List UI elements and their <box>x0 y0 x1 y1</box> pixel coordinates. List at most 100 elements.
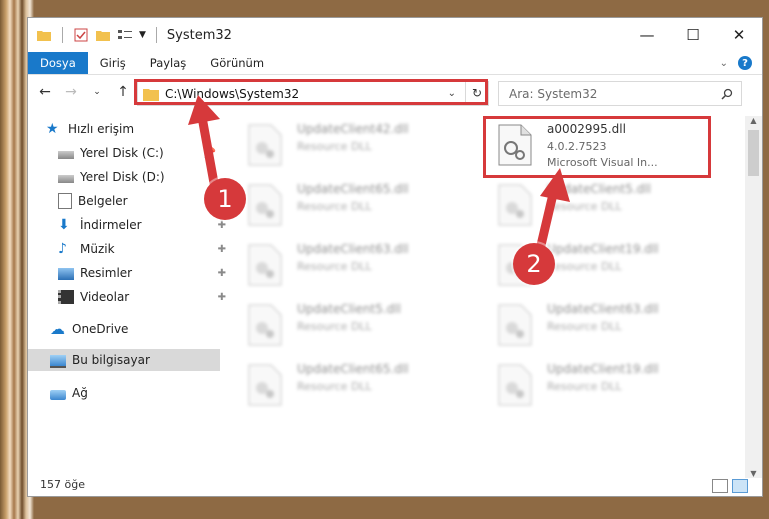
address-history-chevron-icon[interactable]: ⌄ <box>448 88 456 99</box>
pin-icon[interactable]: ✚ <box>218 268 226 279</box>
file-name: UpdateClient5.dll <box>297 302 401 316</box>
network-icon <box>50 389 66 400</box>
dll-file-icon <box>498 364 532 406</box>
desktop-background: ▼ System32 — ☐ ✕ Dosya Giriş Paylaş Görü… <box>0 0 769 519</box>
file-item[interactable]: UpdateClient5.dll Resource DLL <box>483 176 713 236</box>
refresh-button[interactable]: ↻ <box>465 81 488 104</box>
pin-icon[interactable]: ✚ <box>218 244 226 255</box>
nav-item-this-pc[interactable]: Bu bilgisayar <box>28 349 220 371</box>
download-icon: ⬇ <box>58 217 70 233</box>
file-item[interactable]: UpdateClient65.dll Resource DLL <box>233 356 463 416</box>
file-description: Resource DLL <box>297 380 372 393</box>
nav-item-network[interactable]: Ağ <box>50 382 242 404</box>
pictures-icon <box>58 268 74 280</box>
new-folder-icon[interactable] <box>95 27 111 43</box>
drive-icon <box>58 175 74 183</box>
tab-home[interactable]: Giriş <box>88 52 138 74</box>
file-item[interactable]: UpdateClient42.dll Resource DLL <box>233 116 463 176</box>
file-item[interactable]: UpdateClient5.dll Resource DLL <box>233 296 463 356</box>
nav-item-label: Belgeler <box>78 194 128 208</box>
folder-icon <box>143 88 159 101</box>
quick-access-toolbar: ▼ <box>28 27 161 43</box>
folder-icon[interactable] <box>36 27 52 43</box>
cloud-icon: ☁ <box>50 320 65 338</box>
dll-file-icon <box>248 364 282 406</box>
properties-icon[interactable] <box>73 27 89 43</box>
file-name: UpdateClient19.dll <box>547 362 659 376</box>
callout-badge-1: 1 <box>204 178 246 220</box>
nav-item-pictures[interactable]: Resimler ✚ <box>58 262 250 284</box>
vertical-scrollbar[interactable]: ▲ ▼ <box>745 116 762 478</box>
dll-file-icon <box>248 124 282 166</box>
file-description: Resource DLL <box>297 140 372 153</box>
tab-view[interactable]: Görünüm <box>198 52 276 74</box>
music-icon: ♪ <box>58 241 67 257</box>
window-controls: — ☐ ✕ <box>624 18 762 52</box>
explorer-window: ▼ System32 — ☐ ✕ Dosya Giriş Paylaş Görü… <box>27 17 763 497</box>
pin-icon[interactable]: ✚ <box>218 292 226 303</box>
nav-item-videos[interactable]: Videolar ✚ <box>58 286 250 308</box>
file-item[interactable]: UpdateClient19.dll Resource DLL <box>483 356 713 416</box>
minimize-button[interactable]: — <box>624 18 670 52</box>
details-view-icon[interactable] <box>712 479 728 493</box>
forward-arrow-icon[interactable]: → <box>62 84 80 100</box>
file-name: UpdateClient63.dll <box>297 242 409 256</box>
toolbar-separator <box>62 27 63 43</box>
nav-item-label: Müzik <box>80 242 115 256</box>
close-button[interactable]: ✕ <box>716 18 762 52</box>
nav-item-label: Yerel Disk (C:) <box>80 146 164 160</box>
file-name: UpdateClient65.dll <box>297 362 409 376</box>
toolbar-separator <box>155 27 157 43</box>
dll-file-icon <box>248 184 282 226</box>
recent-locations-chevron-icon[interactable]: ⌄ <box>88 87 106 97</box>
scroll-down-arrow-icon[interactable]: ▼ <box>745 469 762 478</box>
nav-item-label: OneDrive <box>72 322 129 336</box>
drive-icon <box>58 151 74 159</box>
status-item-count: 157 öğe <box>40 478 85 491</box>
back-arrow-icon[interactable]: ← <box>36 84 54 100</box>
file-description: Resource DLL <box>547 320 622 333</box>
nav-item-label: Yerel Disk (D:) <box>80 170 165 184</box>
nav-item-label: Ağ <box>72 386 88 400</box>
file-item[interactable]: UpdateClient63.dll Resource DLL <box>483 296 713 356</box>
scroll-up-arrow-icon[interactable]: ▲ <box>745 116 762 125</box>
customize-toolbar-chevron-icon[interactable]: ▼ <box>139 30 146 40</box>
scroll-thumb[interactable] <box>748 130 759 176</box>
maximize-button[interactable]: ☐ <box>670 18 716 52</box>
help-icon[interactable]: ? <box>738 56 752 70</box>
callout-badge-2: 2 <box>513 243 555 285</box>
tiles-view-icon[interactable] <box>732 479 748 493</box>
file-description: Resource DLL <box>297 320 372 333</box>
file-description: Resource DLL <box>297 260 372 273</box>
file-name: UpdateClient65.dll <box>297 182 409 196</box>
search-icon[interactable] <box>721 88 733 100</box>
search-placeholder: Ara: System32 <box>509 86 598 101</box>
computer-icon <box>50 354 66 368</box>
videos-icon <box>58 290 74 304</box>
title-bar: ▼ System32 — ☐ ✕ <box>28 18 762 52</box>
nav-item-onedrive[interactable]: ☁ OneDrive <box>50 318 242 340</box>
file-item[interactable]: UpdateClient65.dll Resource DLL <box>233 176 463 236</box>
file-item[interactable]: UpdateClient63.dll Resource DLL <box>233 236 463 296</box>
star-icon: ★ <box>46 121 59 137</box>
ribbon-tabs: Dosya Giriş Paylaş Görünüm ⌄ ? <box>28 52 762 75</box>
search-box[interactable]: Ara: System32 <box>498 81 742 106</box>
dll-file-icon <box>248 304 282 346</box>
pin-icon[interactable]: ✚ <box>218 220 226 231</box>
up-arrow-icon[interactable]: ↑ <box>114 84 132 100</box>
nav-item-label: Bu bilgisayar <box>72 353 150 367</box>
tab-share[interactable]: Paylaş <box>138 52 199 74</box>
documents-icon <box>58 193 72 209</box>
dll-file-icon <box>498 304 532 346</box>
view-switcher <box>712 479 748 493</box>
nav-item-label: İndirmeler <box>80 218 142 232</box>
expand-ribbon-chevron-icon[interactable]: ⌄ <box>720 58 728 69</box>
tab-file[interactable]: Dosya <box>28 52 88 74</box>
nav-item-label: Videolar <box>80 290 130 304</box>
nav-item-label: Hızlı erişim <box>68 122 135 136</box>
view-options-icon[interactable] <box>117 27 133 43</box>
window-title: System32 <box>166 27 232 43</box>
nav-item-music[interactable]: ♪ Müzik ✚ <box>58 238 250 260</box>
refresh-icon: ↻ <box>471 85 483 100</box>
file-description: Resource DLL <box>547 380 622 393</box>
